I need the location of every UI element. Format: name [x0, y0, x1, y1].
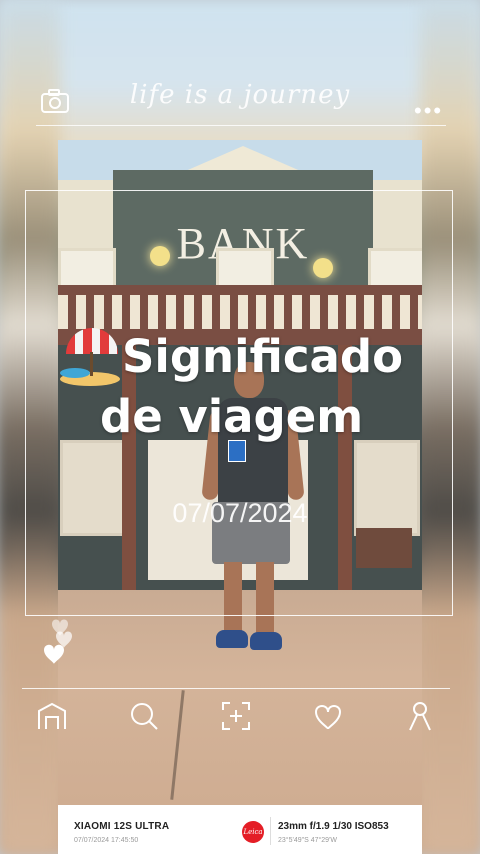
person-shoe: [216, 630, 248, 648]
title-line-1: Significado: [122, 330, 404, 383]
bottom-nav: [22, 696, 450, 736]
exposure-params: 23mm f/1.9 1/30 ISO853: [278, 821, 389, 832]
capture-datetime: 07/07/2024 17:45:50: [74, 837, 139, 844]
heart-icon[interactable]: [308, 696, 348, 736]
exif-watermark-bar: XIAOMI 12S ULTRA 07/07/2024 17:45:50 Lei…: [58, 805, 422, 854]
profile-icon[interactable]: [400, 696, 440, 736]
leica-logo: Leica: [242, 821, 264, 843]
person-shoe: [250, 632, 282, 650]
exif-divider: [270, 817, 271, 845]
tagline: life is a journey: [129, 80, 351, 110]
title-line-2: de viagem: [100, 390, 364, 443]
post-date: 07/07/2024: [172, 498, 308, 528]
header-divider: [36, 125, 446, 126]
add-icon[interactable]: [216, 696, 256, 736]
home-icon[interactable]: [32, 696, 72, 736]
hearts-icon: [40, 612, 80, 672]
gps-coordinates: 23°5'49"S 47°29'W: [278, 837, 338, 844]
beach-umbrella-icon: [58, 328, 122, 388]
post-title: Significado de viagem: [58, 328, 458, 446]
camera-model: XIAOMI 12S ULTRA: [74, 821, 170, 832]
more-dots-icon[interactable]: •••: [414, 98, 443, 124]
search-icon[interactable]: [124, 696, 164, 736]
nav-divider: [22, 688, 450, 689]
